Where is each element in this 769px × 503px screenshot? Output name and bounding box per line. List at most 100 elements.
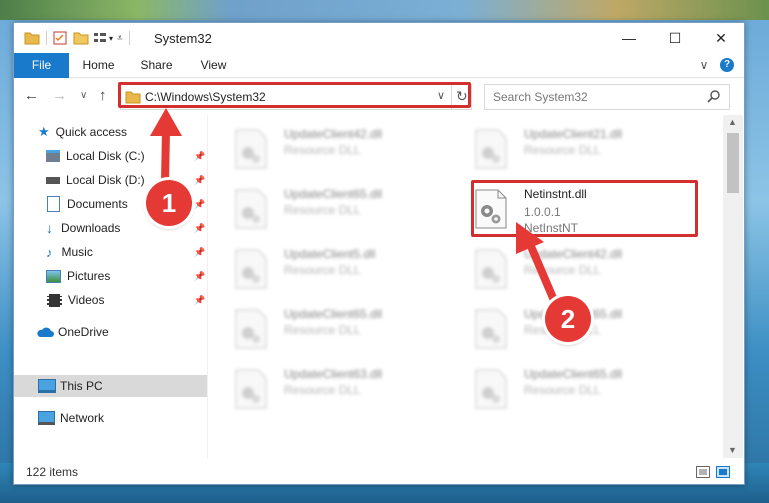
expand-ribbon-button[interactable]: ∨ (696, 53, 712, 77)
file-description: Resource DLL (284, 203, 361, 217)
search-box[interactable]: Search System32 (484, 84, 730, 110)
file-description: Resource DLL (284, 383, 361, 397)
dll-file-icon (235, 369, 267, 409)
dll-file-icon (475, 309, 507, 349)
large-icons-view-icon[interactable] (716, 466, 730, 478)
downloads-icon: ↓ (46, 220, 53, 236)
callout-badge-2: 2 (545, 296, 591, 342)
properties-icon[interactable] (53, 31, 67, 45)
pin-icon: 📌 (194, 246, 206, 257)
file-list: UpdateClient42.dll Resource DLL UpdateCl… (208, 115, 722, 458)
view-icon[interactable] (93, 31, 107, 45)
drive-icon (46, 176, 60, 184)
dll-file-icon (475, 369, 507, 409)
sidebar-item-videos[interactable]: Videos 📌 (14, 289, 207, 311)
file-name: UpdateClient5.dll (284, 247, 376, 261)
chevron-down-icon[interactable]: ▾ (109, 34, 113, 43)
file-name: UpdateClient42.dll (284, 127, 383, 141)
file-name: UpdateClient42.dll (524, 247, 623, 261)
list-item[interactable]: UpdateClient21.dll Resource DLL (474, 123, 704, 173)
tab-home[interactable]: Home (76, 53, 121, 77)
search-icon[interactable] (707, 90, 721, 104)
up-arrow-icon[interactable]: ↑ (99, 87, 107, 104)
pin-icon: 📌 (194, 174, 206, 185)
title-bar: ▾ ⩡ System32 — ☐ ✕ (14, 23, 744, 53)
customize-toolbar-icon[interactable]: ⩡ (117, 33, 123, 44)
maximize-button[interactable]: ☐ (652, 23, 698, 53)
file-description: Resource DLL (284, 323, 361, 337)
file-description: Resource DLL (524, 143, 601, 157)
sidebar-item-label: This PC (60, 379, 103, 393)
dll-file-icon (475, 249, 507, 289)
computer-icon (38, 379, 56, 393)
search-input[interactable]: Search System32 (493, 90, 588, 104)
sidebar-item-label: Music (61, 245, 93, 259)
sidebar-item-label: Downloads (61, 221, 121, 235)
pin-icon: 📌 (194, 150, 206, 161)
sidebar-item-label: Local Disk (D:) (66, 173, 145, 187)
videos-icon (47, 293, 62, 307)
file-description: Resource DLL (524, 383, 601, 397)
vertical-scrollbar[interactable]: ▲ ▼ (723, 115, 743, 458)
list-item[interactable]: UpdateClient65.dll Resource DLL (234, 303, 464, 353)
file-highlight-box (471, 180, 698, 237)
pin-icon: 📌 (194, 198, 206, 209)
list-item[interactable]: UpdateClient65.dll Resource DLL (234, 183, 464, 233)
toolbar-divider (46, 31, 47, 45)
minimize-button[interactable]: — (606, 23, 652, 53)
toolbar-divider (128, 31, 130, 45)
desktop-wallpaper-top (0, 0, 769, 20)
sidebar-item-label: Local Disk (C:) (66, 149, 145, 163)
sidebar-item-local-disk-c[interactable]: Local Disk (C:) 📌 (14, 145, 207, 167)
sidebar-item-label: Quick access (55, 125, 128, 139)
tab-share[interactable]: Share (134, 53, 179, 77)
sidebar-item-onedrive[interactable]: OneDrive (14, 321, 207, 343)
sidebar-item-label: Pictures (67, 269, 111, 283)
file-explorer-window: ▾ ⩡ System32 — ☐ ✕ File Home Share View … (13, 22, 745, 485)
cloud-icon (37, 327, 54, 337)
back-arrow-icon[interactable]: ← (24, 87, 39, 104)
list-item[interactable]: UpdateClient63.dll Resource DLL (234, 363, 464, 413)
quick-access-toolbar: ▾ ⩡ (24, 30, 136, 46)
file-description: Resource DLL (284, 263, 361, 277)
documents-icon (47, 196, 60, 212)
ribbon: File Home Share View ∨ ? (14, 53, 744, 103)
details-view-icon[interactable] (696, 466, 710, 478)
list-item[interactable]: UpdateClient42.dll Resource DLL (474, 243, 704, 293)
list-item[interactable]: UpdateClient42.dll Resource DLL (234, 123, 464, 173)
dll-file-icon (235, 309, 267, 349)
file-name: UpdateClient65.dll (524, 367, 623, 381)
list-item[interactable]: UpdateClient65.dll Resource DLL (474, 363, 704, 413)
sidebar-item-quick-access[interactable]: ★ Quick access (14, 121, 207, 143)
folder-icon[interactable] (24, 31, 40, 45)
sidebar-item-network[interactable]: Network (14, 407, 207, 429)
recent-locations-chevron-icon[interactable]: ∨ (80, 90, 87, 101)
sidebar-item-this-pc[interactable]: This PC (14, 375, 207, 397)
scroll-up-icon[interactable]: ▲ (728, 117, 737, 127)
file-name: UpdateClient63.dll (284, 367, 383, 381)
music-icon: ♪ (46, 244, 53, 260)
file-description: Resource DLL (284, 143, 361, 157)
dll-file-icon (235, 189, 267, 229)
sidebar-item-music[interactable]: ♪ Music 📌 (14, 241, 207, 263)
scroll-down-icon[interactable]: ▼ (728, 445, 737, 455)
sidebar-item-label: OneDrive (58, 325, 109, 339)
drive-icon (46, 150, 60, 162)
close-button[interactable]: ✕ (698, 23, 744, 53)
dll-file-icon (235, 129, 267, 169)
address-highlight-box (118, 82, 471, 108)
pictures-icon (46, 269, 61, 283)
status-bar: 122 items (14, 460, 744, 484)
scrollbar-thumb[interactable] (727, 133, 739, 193)
forward-arrow-icon[interactable]: → (52, 87, 67, 104)
file-name: UpdateClient65.dll (284, 187, 383, 201)
tab-view[interactable]: View (191, 53, 236, 77)
list-item[interactable]: UpdateClient5.dll Resource DLL (234, 243, 464, 293)
window-title: System32 (154, 31, 212, 46)
file-name: UpdateClient65.dll (284, 307, 383, 321)
help-button[interactable]: ? (720, 58, 734, 72)
navigation-bar: ← → ∨ ↑ C:\Windows\System32 ∨ ↻ Search S… (14, 78, 744, 114)
dll-file-icon (475, 129, 507, 169)
sidebar-item-pictures[interactable]: Pictures 📌 (14, 265, 207, 287)
new-folder-icon[interactable] (73, 31, 89, 45)
